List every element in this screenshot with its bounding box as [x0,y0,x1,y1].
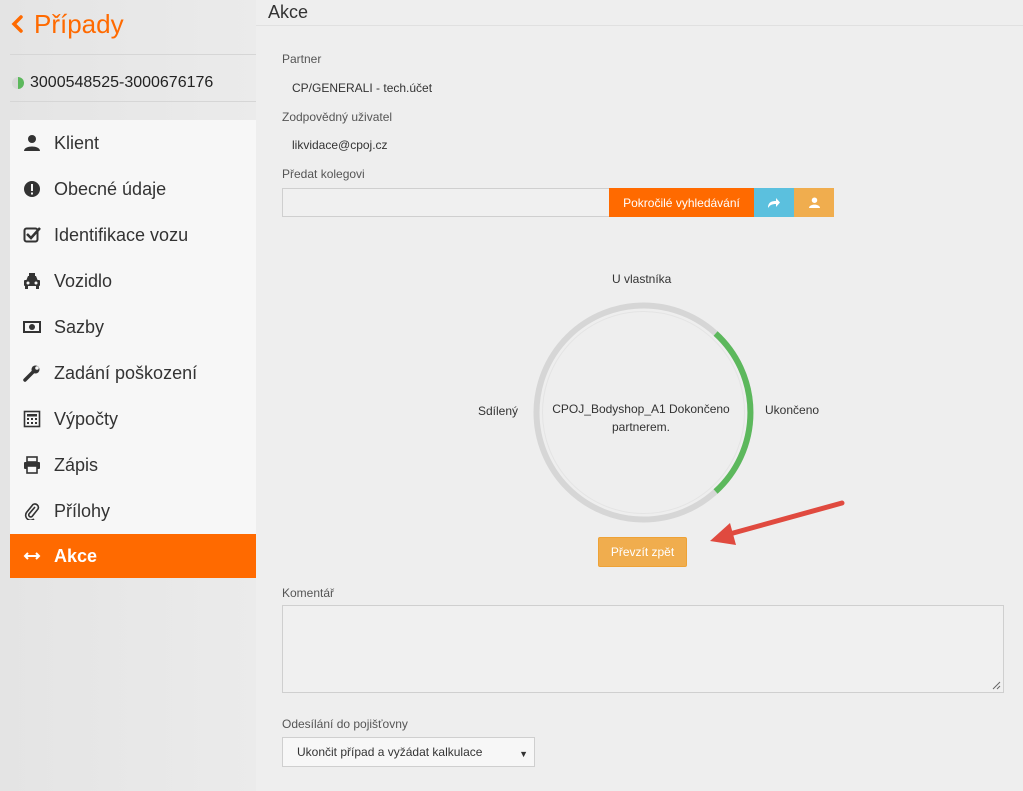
paperclip-icon [22,501,42,521]
advanced-search-button[interactable]: Pokročilé vyhledávání [609,188,754,217]
user-icon [808,197,820,208]
sidebar-item-label: Identifikace vozu [54,224,189,245]
send-to-insurer-label: Odesílání do pojišťovny [282,717,408,731]
sidebar-item-label: Sazby [54,316,105,337]
sidebar-item-zadani-poskozeni[interactable]: Zadání poškození [10,350,256,396]
case-id-text: 3000548525-3000676176 [30,74,214,91]
sidebar-item-akce[interactable]: Akce [10,534,256,578]
divider [256,25,1023,26]
annotation-arrow-icon [710,500,845,545]
sidebar-item-klient[interactable]: Klient [10,120,256,166]
chevron-left-icon [11,15,23,33]
back-label: Případy [34,8,124,39]
sidebar-item-label: Obecné údaje [54,178,167,199]
sidebar-item-label: Akce [54,545,98,566]
divider [10,101,256,102]
divider [10,54,256,55]
responsible-user-value: likvidace@cpoj.cz [292,138,388,152]
car-icon [22,271,42,291]
sidebar-item-identifikace-vozu[interactable]: Identifikace vozu [10,212,256,258]
resize-grip-icon[interactable] [992,681,1001,690]
status-center-text: CPOJ_Bodyshop_A1 Dokončeno partnerem. [552,402,730,434]
share-button[interactable] [754,188,794,217]
partner-value: CP/GENERALI - tech.účet [292,81,433,95]
take-back-button[interactable]: Převzít zpět [598,537,687,567]
page-title: Akce [268,2,309,22]
back-to-cases-link[interactable]: Případy [10,6,124,42]
print-icon [22,455,42,475]
wrench-icon [22,363,42,383]
status-dot-icon [12,77,24,89]
sidebar-item-label: Klient [54,132,100,153]
sidebar-item-label: Zadání poškození [54,362,198,383]
main-panel: Akce Partner CP/GENERALI - tech.účet Zod… [256,0,1023,791]
sidebar-menu: Klient Obecné údaje Identifikace vozu Vo… [10,120,256,578]
sidebar-item-label: Vozidlo [54,270,113,291]
money-icon [22,317,42,337]
sidebar: Případy 3000548525-3000676176 Klient Obe… [0,0,256,791]
comment-textarea[interactable] [282,605,1004,693]
partner-label: Partner [282,52,322,66]
colleague-input[interactable] [282,188,610,217]
status-shared-label: Sdílený [478,404,519,418]
arrows-horizontal-icon [22,546,42,566]
sidebar-item-obecne-udaje[interactable]: Obecné údaje [10,166,256,212]
send-to-insurer-select[interactable]: Ukončit případ a vyžádat kalkulace ▼ [282,737,535,767]
sidebar-item-label: Přílohy [54,500,111,521]
select-value: Ukončit případ a vyžádat kalkulace [297,745,483,759]
pass-to-colleague-label: Předat kolegovi [282,167,365,181]
caret-down-icon: ▼ [519,749,528,759]
assign-user-button[interactable] [794,188,834,217]
calculator-icon [22,409,42,429]
case-id: 3000548525-3000676176 [10,72,213,94]
sidebar-item-sazby[interactable]: Sazby [10,304,256,350]
comment-label: Komentář [282,586,335,600]
status-owner-label: U vlastníka [612,272,672,286]
responsible-user-label: Zodpovědný uživatel [282,110,393,124]
sidebar-item-prilohy[interactable]: Přílohy [10,488,256,534]
user-icon [22,133,42,153]
sidebar-item-label: Výpočty [54,408,119,429]
status-finished-label: Ukončeno [765,403,820,417]
sidebar-item-zapis[interactable]: Zápis [10,442,256,488]
exclamation-circle-icon [22,179,42,199]
sidebar-item-vozidlo[interactable]: Vozidlo [10,258,256,304]
checkbox-checked-icon [22,225,42,245]
share-arrow-icon [768,197,780,208]
sidebar-item-label: Zápis [54,454,99,475]
sidebar-item-vypocty[interactable]: Výpočty [10,396,256,442]
